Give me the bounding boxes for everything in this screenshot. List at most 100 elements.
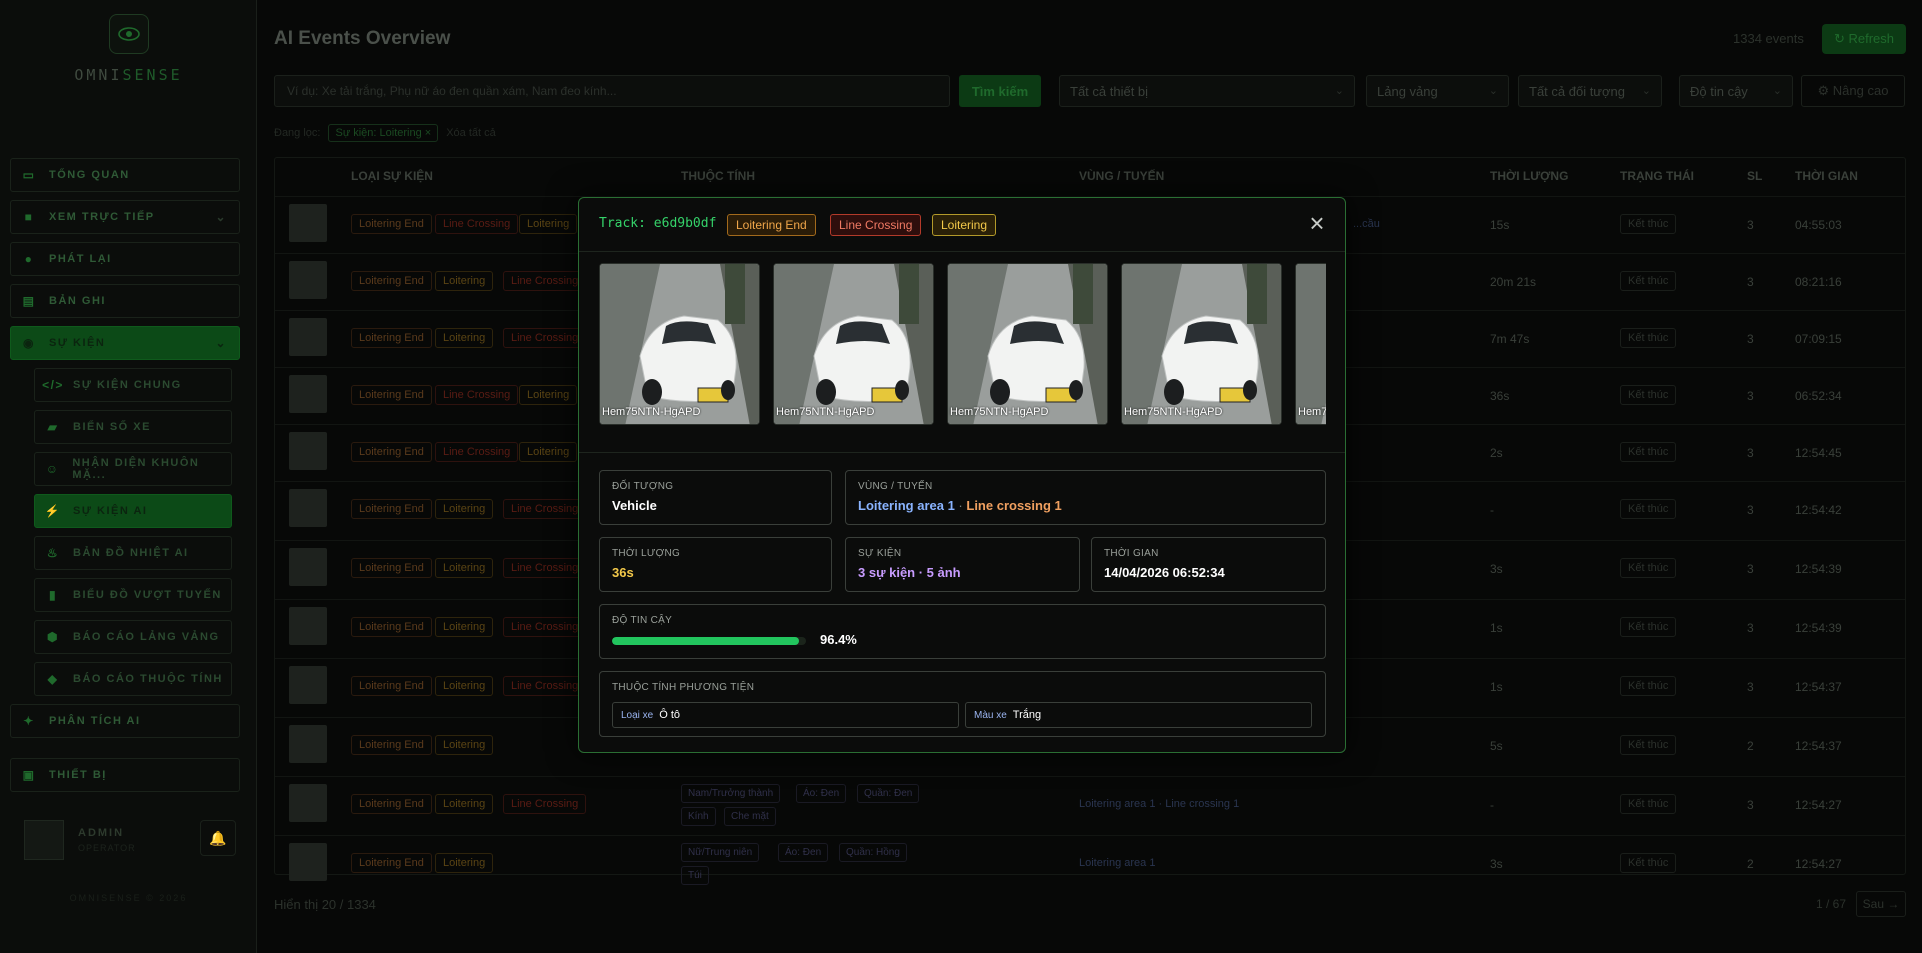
event-thumbnail[interactable] — [289, 548, 327, 586]
event-type-tag: Loitering — [519, 214, 578, 234]
sidebar-item-attribute-report[interactable]: ◆ BÁO CÁO THUỘC TÍNH — [34, 662, 232, 696]
user-panel: ADMIN OPERATOR 🔔 — [10, 808, 240, 872]
avatar[interactable] — [24, 820, 64, 860]
device-select[interactable]: Tất cả thiết bị ⌄ — [1059, 75, 1355, 107]
flame-icon: ♨ — [46, 546, 60, 560]
face-icon: ☺ — [45, 462, 60, 476]
attribute-tag: Túi — [681, 866, 709, 885]
bell-icon[interactable]: 🔔 — [200, 820, 236, 856]
snapshot-image[interactable]: Hem75NTN-HgAPD — [1295, 263, 1326, 425]
event-thumbnail[interactable] — [289, 489, 327, 527]
event-thumbnail[interactable] — [289, 318, 327, 356]
confidence-bar — [612, 637, 806, 645]
count-cell: 3 — [1747, 680, 1754, 694]
advanced-button[interactable]: ⚙ Nâng cao — [1801, 75, 1905, 107]
camera-label: Hem75NTN-HgAPD — [950, 406, 1049, 418]
event-thumbnail[interactable] — [289, 843, 327, 881]
sidebar-item-records[interactable]: ▤ BẢN GHI — [10, 284, 240, 318]
camera-icon: ◉ — [23, 336, 35, 350]
column-header-count[interactable]: SL — [1747, 169, 1762, 183]
event-type-tag: Loitering — [435, 853, 494, 873]
tag-line-crossing: Line Crossing — [830, 214, 922, 236]
zone-text: ...cầu — [1353, 218, 1380, 230]
clear-filters-link[interactable]: Xóa tất cả — [446, 127, 496, 139]
search-button[interactable]: Tìm kiếm — [959, 75, 1041, 107]
filter-chip-loitering[interactable]: Sự kiện: Loitering × — [328, 124, 439, 142]
time-cell: 12:54:27 — [1795, 798, 1842, 812]
event-type-tag: Loitering End — [351, 735, 432, 755]
status-badge: Kết thúc — [1620, 499, 1677, 519]
event-thumbnail[interactable] — [289, 375, 327, 413]
count-cell: 3 — [1747, 446, 1754, 460]
column-header-zone[interactable]: VÙNG / TUYẾN — [1079, 169, 1164, 183]
time-cell: 12:54:45 — [1795, 446, 1842, 460]
event-type-tag: Loitering — [435, 735, 494, 755]
table-row[interactable]: Loitering End Loitering Line Crossing Nam/T… — [275, 776, 1905, 834]
duration-cell: 3s — [1490, 857, 1503, 871]
column-header-attributes[interactable]: THUỘC TÍNH — [681, 169, 755, 183]
car-snapshot-illustration — [1122, 264, 1281, 424]
column-header-duration[interactable]: THỜI LƯỢNG — [1490, 169, 1568, 183]
event-type-tag: Line Crossing — [503, 328, 587, 348]
next-page-button[interactable]: Sau → — [1856, 891, 1906, 917]
event-type-tag: Loitering — [519, 385, 578, 405]
zone-text: Loitering area 1 — [1079, 857, 1156, 869]
zone-text: Loitering area 1 · Line crossing 1 — [1079, 798, 1240, 810]
zone-card: VÙNG / TUYẾN Loitering area 1 · Line cro… — [845, 470, 1326, 525]
sidebar-item-heatmap[interactable]: ♨ BẢN ĐỒ NHIỆT AI — [34, 536, 232, 570]
refresh-button[interactable]: ↻ Refresh — [1822, 24, 1906, 54]
snapshot-image[interactable]: Hem75NTN-HgAPD — [773, 263, 934, 425]
column-header-event-type[interactable]: LOẠI SỰ KIỆN — [351, 169, 433, 183]
event-thumbnail[interactable] — [289, 607, 327, 645]
sidebar-item-general-events[interactable]: </> SỰ KIỆN CHUNG — [34, 368, 232, 402]
duration-value: 36s — [612, 565, 634, 580]
logo-text: OMNISENSE — [74, 66, 183, 84]
eye-icon — [108, 14, 149, 54]
column-header-status[interactable]: TRẠNG THÁI — [1620, 169, 1694, 183]
sidebar-item-devices[interactable]: ▣ THIẾT BỊ — [10, 758, 240, 792]
sidebar-item-live[interactable]: ■ XEM TRỰC TIẾP ⌄ — [10, 200, 240, 234]
event-type-tag: Loitering — [435, 676, 494, 696]
page-title: AI Events Overview — [274, 28, 451, 49]
sidebar-item-face-recognition[interactable]: ☺ NHẬN DIỆN KHUÔN MẶ... — [34, 452, 232, 486]
duration-cell: 3s — [1490, 562, 1503, 576]
column-header-time[interactable]: THỜI GIAN — [1795, 169, 1858, 183]
search-input[interactable]: Ví dụ: Xe tải trắng, Phụ nữ áo đen quần … — [274, 75, 950, 107]
event-type-tag: Line Crossing — [503, 794, 587, 814]
status-badge: Kết thúc — [1620, 794, 1677, 814]
sidebar-item-loitering-report[interactable]: ⬢ BÁO CÁO LẢNG VẢNG — [34, 620, 232, 654]
status-badge: Kết thúc — [1620, 676, 1677, 696]
object-select[interactable]: Tất cả đối tượng ⌄ — [1518, 75, 1662, 107]
duration-card: THỜI LƯỢNG 36s — [599, 537, 832, 592]
pagination-summary: Hiển thị 20 / 1334 — [274, 897, 376, 912]
sidebar-item-license-plate[interactable]: ▰ BIỂN SỐ XE — [34, 410, 232, 444]
sidebar-item-ai-events[interactable]: ⚡ SỰ KIỆN AI — [34, 494, 232, 528]
snapshot-gallery[interactable]: Hem75NTN-HgAPD Hem75NTN-HgAPD Hem75NTN-HgA… — [599, 263, 1326, 427]
sidebar-item-ai-analysis[interactable]: ✦ PHÂN TÍCH AI — [10, 704, 240, 738]
duration-cell: 36s — [1490, 389, 1510, 403]
sidebar-item-line-crossing-chart[interactable]: ▮ BIỂU ĐỒ VƯỢT TUYẾN — [34, 578, 232, 612]
sidebar-item-events[interactable]: ◉ SỰ KIỆN ⌄ — [10, 326, 240, 360]
event-thumbnail[interactable] — [289, 432, 327, 470]
object-value: Vehicle — [612, 498, 657, 513]
sidebar-item-overview[interactable]: ▭ TỔNG QUAN — [10, 158, 240, 192]
close-icon[interactable]: × — [1305, 210, 1329, 236]
table-row[interactable]: Loitering End Loitering Nữ/Trung niên Áo: Đ… — [275, 835, 1905, 893]
sparkle-icon: ✦ — [23, 714, 35, 728]
event-thumbnail[interactable] — [289, 725, 327, 763]
confidence-bar-fill — [612, 637, 800, 645]
bar-chart-icon: ▮ — [48, 588, 58, 602]
event-thumbnail[interactable] — [289, 261, 327, 299]
car-snapshot-illustration — [600, 264, 759, 424]
confidence-select[interactable]: Độ tin cậy ⌄ — [1679, 75, 1793, 107]
snapshot-image[interactable]: Hem75NTN-HgAPD — [599, 263, 760, 425]
event-thumbnail[interactable] — [289, 204, 327, 242]
snapshot-image[interactable]: Hem75NTN-HgAPD — [1121, 263, 1282, 425]
tag-loitering: Loitering — [932, 214, 997, 236]
time-cell: 12:54:37 — [1795, 739, 1842, 753]
snapshot-image[interactable]: Hem75NTN-HgAPD — [947, 263, 1108, 425]
sidebar-item-playback[interactable]: ● PHÁT LẠI — [10, 242, 240, 276]
event-thumbnail[interactable] — [289, 784, 327, 822]
event-thumbnail[interactable] — [289, 666, 327, 704]
event-type-select[interactable]: Lảng vảng ⌄ — [1366, 75, 1509, 107]
